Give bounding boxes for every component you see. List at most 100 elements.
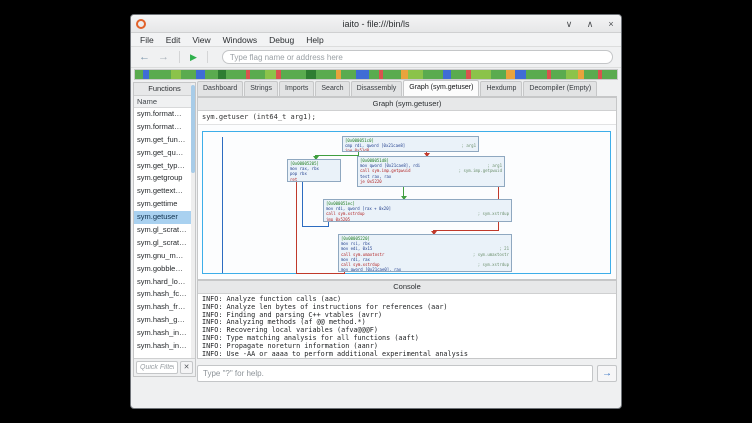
memory-map-segment [471, 70, 491, 79]
function-item[interactable]: sym.getuser [134, 211, 195, 224]
tab-decompiler-empty[interactable]: Decompiler (Empty) [523, 81, 597, 96]
graph-edge [302, 226, 329, 227]
function-signature: sym.getuser (int64_t arg1); [198, 111, 616, 125]
tab-graph-sym-getuser[interactable]: Graph (sym.getuser) [403, 80, 479, 96]
memory-map-segment [171, 70, 181, 79]
graph-basic-block[interactable]: [0x00005205]mov rax, rbxpop rbxret [287, 159, 341, 182]
asm-comment: ; sym.imp.getpwuid [459, 168, 502, 173]
memory-map-segment [306, 70, 316, 79]
memory-map-segment [196, 70, 205, 79]
memory-map-segment [506, 70, 515, 79]
console-send-button[interactable]: → [597, 365, 617, 382]
memory-map-segment [149, 70, 172, 79]
graph-panel-title: Graph (sym.getuser) [198, 98, 616, 111]
menu-windows[interactable]: Windows [217, 33, 263, 47]
tab-hexdump[interactable]: Hexdump [480, 81, 522, 96]
graph-edge [296, 273, 345, 274]
window-title: iaito - file:///bin/ls [131, 19, 621, 29]
asm-comment: ; sym.xstrdup [478, 211, 509, 216]
memory-map-segment [383, 70, 401, 79]
memory-map-segment [401, 70, 409, 79]
memory-map-segment [423, 70, 443, 79]
memory-map-segment [205, 70, 218, 79]
memory-map-segment [515, 70, 526, 79]
graph-edge [222, 137, 223, 273]
functions-panel: Functions Name sym.format…sym.format…sym… [133, 82, 196, 377]
iaito-window: iaito - file:///bin/ls ∨ ∧ × FileEditVie… [130, 14, 622, 409]
memory-map-segment [218, 70, 226, 79]
asm-comment: ; sym.xstrdup [478, 262, 509, 267]
function-item[interactable]: sym.gl_scrat… [134, 237, 195, 250]
memory-map-segment [491, 70, 506, 79]
continue-play-icon[interactable]: ▶ [186, 52, 201, 63]
graph-basic-block[interactable]: [0x000051ec]mov rdi, qword [rax + 0x20]c… [323, 199, 512, 222]
console-output: INFO: Analyze function calls (aac)INFO: … [198, 294, 616, 358]
memory-map-segment [369, 70, 379, 79]
function-item[interactable]: sym.hash_in… [134, 327, 195, 340]
asm-comment: ; sym.umaxtostr [473, 252, 509, 257]
function-item[interactable]: sym.get_fun… [134, 134, 195, 147]
function-item[interactable]: sym.format… [134, 108, 195, 121]
forward-arrow-icon[interactable]: → [154, 52, 173, 63]
function-item[interactable]: sym.get_typ… [134, 160, 195, 173]
memory-map-segment [551, 70, 566, 79]
menu-view[interactable]: View [186, 33, 216, 47]
main-tab-bar: DashboardStringsImportsSearchDisassembly… [197, 81, 617, 97]
name-column-header[interactable]: Name [134, 96, 195, 108]
close-button[interactable]: × [605, 19, 617, 29]
menu-file[interactable]: File [134, 33, 160, 47]
function-item[interactable]: sym.gettime [134, 198, 195, 211]
function-list-scrollbar[interactable] [191, 83, 195, 376]
memory-map-segment [566, 70, 579, 79]
tab-imports[interactable]: Imports [279, 81, 314, 96]
function-item[interactable]: sym.get_qu… [134, 147, 195, 160]
console-input-row: → [197, 363, 617, 383]
graph-edge [315, 155, 359, 156]
seek-address-input[interactable] [222, 50, 613, 64]
menu-debug[interactable]: Debug [263, 33, 300, 47]
asm-text: mov qword [0x21cae0], rax [341, 267, 401, 272]
scrollbar-thumb[interactable] [191, 85, 195, 173]
asm-line: jmp 0x5205 [324, 217, 511, 222]
graph-basic-block[interactable]: [0x000051c0]cmp rdi, qword [0x21cae8]; a… [342, 136, 479, 152]
menu-edit[interactable]: Edit [160, 33, 187, 47]
asm-line: je 0x5220 [358, 179, 504, 184]
quick-filter-clear-button[interactable]: ✕ [180, 361, 193, 374]
function-item[interactable]: sym.hash_in… [134, 340, 195, 353]
function-item[interactable]: sym.format… [134, 121, 195, 134]
memory-map-strip[interactable] [134, 69, 618, 80]
menu-bar: FileEditViewWindowsDebugHelp [131, 33, 621, 47]
graph-edge [433, 230, 499, 231]
minimize-button[interactable]: ∨ [563, 19, 575, 30]
back-arrow-icon[interactable]: ← [135, 52, 154, 63]
tab-search[interactable]: Search [315, 81, 349, 96]
tab-dashboard[interactable]: Dashboard [197, 81, 243, 96]
graph-basic-block[interactable]: [0x00005220]mov rsi, rbxmov edi, 0x15; 2… [338, 234, 512, 272]
function-item[interactable]: sym.hash_fc… [134, 288, 195, 301]
maximize-button[interactable]: ∧ [584, 19, 596, 30]
memory-map-segment [250, 70, 265, 79]
function-item[interactable]: sym.gobble… [134, 263, 195, 276]
function-item[interactable]: sym.gettext… [134, 185, 195, 198]
asm-line: ret [288, 177, 340, 182]
asm-line: jne 0x51d8 [343, 148, 478, 152]
asm-line: mov qword [0x21cae0], rax [339, 267, 511, 272]
quick-filter-input[interactable] [136, 361, 178, 374]
title-bar[interactable]: iaito - file:///bin/ls ∨ ∧ × [131, 15, 621, 33]
menu-help[interactable]: Help [300, 33, 329, 47]
console-panel-title: Console [198, 281, 616, 294]
graph-basic-block[interactable]: [0x000051d8]mov qword [0x21cae8], rdi; a… [357, 156, 505, 187]
tab-disassembly[interactable]: Disassembly [351, 81, 403, 96]
function-item[interactable]: sym.hard_lo… [134, 276, 195, 289]
function-item[interactable]: sym.gnu_m… [134, 250, 195, 263]
console-command-input[interactable] [197, 365, 593, 382]
function-item[interactable]: sym.gl_scrat… [134, 224, 195, 237]
console-panel: Console INFO: Analyze function calls (aa… [197, 280, 617, 359]
function-item[interactable]: sym.hash_g… [134, 314, 195, 327]
function-item[interactable]: sym.getgroup [134, 172, 195, 185]
function-item[interactable]: sym.hash_fr… [134, 301, 195, 314]
tab-strings[interactable]: Strings [244, 81, 278, 96]
graph-canvas[interactable]: [0x000051c0]cmp rdi, qword [0x21cae8]; a… [198, 125, 616, 279]
memory-map-segment [526, 70, 546, 79]
memory-map-segment [316, 70, 336, 79]
